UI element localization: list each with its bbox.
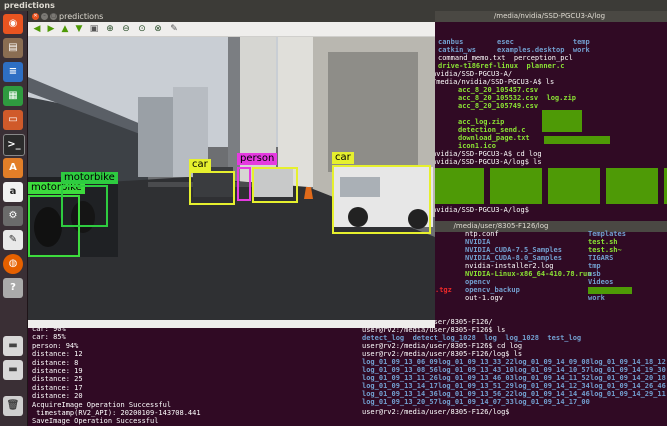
terminal-line: car: 85% (32, 333, 66, 342)
save-icon[interactable]: ▣ (89, 24, 99, 34)
terminal-line: distance: 25 (32, 375, 83, 384)
terminal-line: person: 94% (32, 341, 79, 350)
zoom-in-icon[interactable]: ⊕ (105, 24, 115, 34)
ls-output-block (542, 110, 582, 132)
ls-output-block (432, 168, 667, 204)
log-folder: log_01_09_14_29_11 (590, 390, 666, 398)
arrow-right-icon[interactable]: ▶ (46, 24, 56, 34)
libreoffice-calc-icon[interactable]: ▦ (3, 86, 23, 106)
drive-icon[interactable]: ▬ (3, 360, 23, 380)
terminal-line: SaveImage Operation Successful (32, 417, 159, 426)
settings-icon[interactable]: ⚙ (3, 206, 23, 226)
detection-label: person (237, 153, 278, 165)
terminal-line: distance: 19 (32, 367, 83, 375)
file-entry: out-1.ogv (465, 294, 503, 302)
minimize-icon[interactable]: – (41, 13, 48, 20)
zoom-out-icon[interactable]: ⊖ (121, 24, 131, 34)
detection-label: motorbike (61, 172, 118, 184)
terminal-title: /media/nvidia/SSD-PGCU3-A/log (432, 11, 667, 22)
terminal-prompt: nvidia/SSD-PGCU3-A/log$ (432, 206, 529, 214)
terminal-icon[interactable]: >_ (3, 134, 25, 156)
terminal-line: timestamp(RV2_API): 20200109-143708.441 (32, 409, 201, 417)
launcher: ◉ ▤ ≡ ▦ ▭ >_ A a ⚙ ✎ ◍ ? ▬ ▬ 🗑 (0, 11, 28, 426)
terminal-line: distance: 8 (32, 358, 79, 367)
active-window-title: predictions (4, 1, 55, 10)
window-title: predictions (59, 12, 104, 21)
detection-box-person (237, 167, 251, 201)
terminal-line: .tgz (435, 286, 452, 294)
toolbar: ◀ ▶ ▲ ▼ ▣ ⊕ ⊖ ⊙ ⊗ ✎ (28, 22, 435, 37)
ls-output-block (544, 136, 610, 144)
pan-icon[interactable]: ⊗ (153, 24, 163, 34)
terminal-line: acc_8_20_105749.csv (458, 102, 539, 110)
file-entry: Videos (588, 278, 614, 286)
log-folder: log_01_09_13_20_57 (362, 398, 438, 406)
log-folder: log_01_09_14_07_33 (438, 398, 514, 406)
terminal-bottom-left[interactable]: car: 90% car: 85% person: 94% distance: 12 d… (28, 322, 335, 426)
detection-label: car (189, 159, 211, 171)
window-titlebar[interactable]: ✕ – □ predictions (28, 11, 435, 22)
amazon-icon[interactable]: a (3, 182, 23, 202)
terminal-prompt: user@rv2:/media/user/8305-F126/log$ (362, 408, 510, 416)
drive-icon[interactable]: ▬ (3, 336, 23, 356)
zoom-fit-icon[interactable]: ⊙ (137, 24, 147, 34)
help-icon[interactable]: ? (3, 278, 23, 298)
trash-icon[interactable]: 🗑 (3, 396, 23, 416)
libreoffice-writer-icon[interactable]: ≡ (3, 62, 23, 82)
file-listing: ntp.conf NVIDIA NVIDIA_CUDA-7.5_Samples … (465, 230, 591, 322)
predictions-window[interactable]: ✕ – □ predictions ◀ ▶ ▲ ▼ ▣ ⊕ ⊖ ⊙ ⊗ ✎ mo… (28, 11, 435, 328)
close-icon[interactable]: ✕ (32, 13, 39, 20)
files-icon[interactable]: ▤ (3, 38, 23, 58)
software-icon[interactable]: A (3, 158, 23, 178)
detection-label: car (332, 152, 354, 164)
arrow-left-icon[interactable]: ◀ (32, 24, 42, 34)
arrow-down-icon[interactable]: ▼ (74, 24, 84, 34)
arrow-up-icon[interactable]: ▲ (60, 24, 70, 34)
terminal-line: AcquireImage Operation Successful (32, 400, 172, 409)
firefox-icon[interactable]: ◍ (3, 254, 23, 274)
terminal-line: distance: 12 (32, 350, 83, 359)
file-listing: Templates test.sh test.sh~ TIGARS tmp us… (588, 230, 632, 322)
terminal-line: nvidia/SSD-PGCU3-A/log$ ls (432, 158, 542, 166)
text-editor-icon[interactable]: ✎ (3, 230, 23, 250)
window-footer (28, 320, 435, 328)
libreoffice-impress-icon[interactable]: ▭ (3, 110, 23, 130)
ubuntu-icon[interactable]: ◉ (3, 14, 23, 34)
terminal-top[interactable]: /media/nvidia/SSD-PGCU3-A/log canbus ese… (432, 11, 667, 221)
terminal-line: distance: 17 (32, 383, 83, 392)
terminal-line: distance: 20 (32, 392, 83, 401)
detection-box-car (252, 167, 298, 203)
detection-box-car (332, 165, 431, 234)
top-panel: predictions (0, 0, 667, 11)
file-entry: work (588, 294, 605, 302)
log-folder: log_01_09_14_17_00 (514, 398, 590, 406)
maximize-icon[interactable]: □ (50, 13, 57, 20)
detection-box-motorbike (61, 185, 108, 227)
highlighted-entry (588, 287, 632, 294)
settings-icon[interactable]: ✎ (169, 24, 179, 34)
detection-box-car (189, 171, 235, 205)
detection-image: motorbike motorbike car person car (28, 37, 435, 320)
